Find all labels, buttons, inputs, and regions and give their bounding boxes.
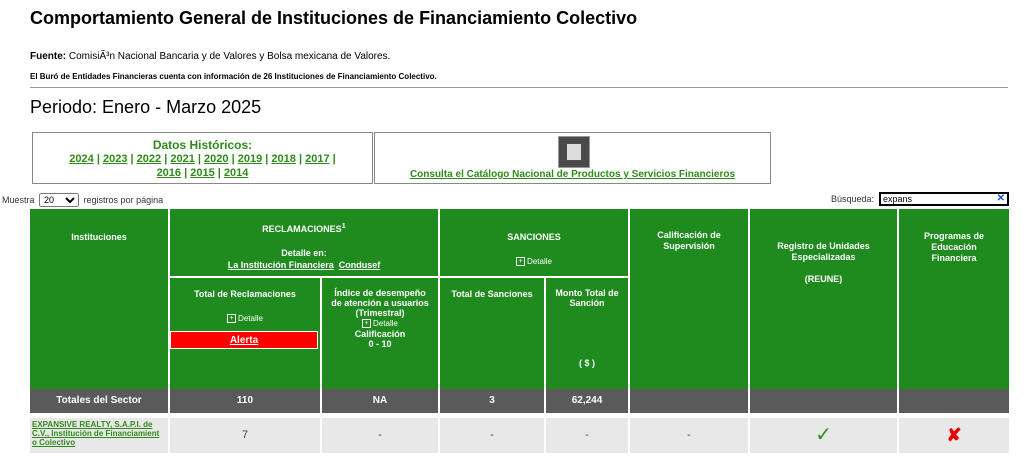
year-separator: | xyxy=(93,153,103,165)
row-programas: ✘ xyxy=(899,418,1009,453)
indice-title[interactable]: Índice de desempeño de atención a usuari… xyxy=(331,288,429,318)
search-value: expans xyxy=(883,194,913,204)
totales-calificacion xyxy=(630,389,748,413)
total-reclamaciones-detalle[interactable]: + Detalle xyxy=(227,314,263,324)
fuente-text: ComisiÃ³n Nacional Bancaria y de Valores… xyxy=(66,51,391,62)
reune-abbr: (REUNE) xyxy=(804,274,843,284)
page-size-select[interactable]: 20 xyxy=(39,193,80,207)
alerta-button[interactable]: Alerta xyxy=(170,331,318,349)
muestra-label: Muestra xyxy=(2,195,35,205)
year-link-2024[interactable]: 2024 xyxy=(69,153,93,165)
year-separator: | xyxy=(228,153,238,165)
header-indice: Índice de desempeño de atención a usuari… xyxy=(322,278,438,389)
year-separator: | xyxy=(127,153,137,165)
reune-title: Registro de Unidades Especializadas xyxy=(777,241,870,262)
catalogo-link[interactable]: Consulta el Catálogo Nacional de Product… xyxy=(375,169,770,180)
totales-reune xyxy=(750,389,897,413)
plus-icon: + xyxy=(516,257,526,267)
institution-link[interactable]: EXPANSIVE REALTY, S.A.P.I. de C.V., Inst… xyxy=(30,418,168,453)
year-link-2017[interactable]: 2017 xyxy=(305,153,329,165)
monto-unit: ( $ ) xyxy=(578,358,595,368)
catalogo-box: Consulta el Catálogo Nacional de Product… xyxy=(374,132,771,184)
divider xyxy=(30,87,1008,88)
header-instituciones[interactable]: Instituciones xyxy=(30,209,168,389)
link-condusef[interactable]: Condusef xyxy=(339,260,381,270)
year-separator: | xyxy=(161,153,171,165)
header-programas[interactable]: Programas de Educación Financiera xyxy=(899,209,1009,389)
header-sanciones: SANCIONES + Detalle xyxy=(440,209,628,276)
cross-icon: ✘ xyxy=(946,425,962,445)
totales-label: Totales del Sector xyxy=(30,389,168,413)
year-link-2020[interactable]: 2020 xyxy=(204,153,228,165)
year-link-2021[interactable]: 2021 xyxy=(170,153,194,165)
indice-range: 0 - 10 xyxy=(368,339,392,349)
book-icon[interactable] xyxy=(558,136,590,168)
search-label: Búsqueda: xyxy=(831,194,875,204)
fuente-label: Fuente: xyxy=(30,51,67,62)
year-separator: | xyxy=(181,167,191,179)
year-separator: | xyxy=(214,167,224,179)
search-input[interactable]: expans ✕ xyxy=(879,192,1009,206)
clear-search-icon[interactable]: ✕ xyxy=(997,194,1005,204)
totales-indice: NA xyxy=(322,389,438,413)
year-separator: | xyxy=(295,153,306,165)
buro-text: El Buró de Entidades Financieras cuenta … xyxy=(30,72,437,81)
row-sanciones: - xyxy=(440,418,544,453)
row-reclamaciones: 7 xyxy=(170,418,320,453)
periodo: Periodo: Enero - Marzo 2025 xyxy=(30,97,262,117)
row-calificacion: - xyxy=(630,418,748,453)
detalle-en-label: Detalle en: xyxy=(281,248,327,258)
datos-historicos-box: Datos Históricos: 2024 | 2023 | 2022 | 2… xyxy=(32,132,373,184)
row-reune: ✓ xyxy=(750,418,897,453)
sanciones-title: SANCIONES xyxy=(507,232,561,242)
header-reclamaciones: RECLAMACIONES1 Detalle en: La Institució… xyxy=(170,209,438,276)
year-link-2015[interactable]: 2015 xyxy=(190,167,214,179)
header-total-sanciones[interactable]: Total de Sanciones xyxy=(440,278,544,389)
indice-detalle[interactable]: + Detalle xyxy=(362,319,398,329)
row-indice: - xyxy=(322,418,438,453)
year-link-2022[interactable]: 2022 xyxy=(137,153,161,165)
totales-monto: 62,244 xyxy=(546,389,628,413)
year-link-2018[interactable]: 2018 xyxy=(271,153,295,165)
reclamaciones-title: RECLAMACIONES xyxy=(262,224,342,234)
page-size-control: Muestra 20 registros por página xyxy=(2,193,163,207)
sanciones-detalle[interactable]: + Detalle xyxy=(516,257,552,267)
header-monto[interactable]: Monto Total de Sanción ( $ ) xyxy=(546,278,628,389)
plus-icon: + xyxy=(362,319,372,329)
year-separator: | xyxy=(329,153,336,165)
check-icon: ✓ xyxy=(815,424,832,446)
page-title: Comportamiento General de Instituciones … xyxy=(30,8,638,28)
monto-title: Monto Total de Sanción xyxy=(555,288,619,308)
year-link-2014[interactable]: 2014 xyxy=(224,167,248,179)
totales-reclamaciones: 110 xyxy=(170,389,320,413)
historicos-years: 2024 | 2023 | 2022 | 2021 | 2020 | 2019 … xyxy=(33,152,372,180)
totales-sanciones: 3 xyxy=(440,389,544,413)
row-monto: - xyxy=(546,418,628,453)
fuente: Fuente: ComisiÃ³n Nacional Bancaria y de… xyxy=(30,51,390,62)
year-link-2019[interactable]: 2019 xyxy=(238,153,262,165)
year-link-2016[interactable]: 2016 xyxy=(157,167,181,179)
year-separator: | xyxy=(194,153,205,165)
totales-programas xyxy=(899,389,1009,413)
year-link-2023[interactable]: 2023 xyxy=(103,153,127,165)
indice-calificacion: Calificación xyxy=(354,329,406,339)
link-institucion-financiera[interactable]: La Institución Financiera xyxy=(228,260,334,270)
header-calificacion[interactable]: Calificación de Supervisión xyxy=(630,209,748,389)
per-page-label: registros por página xyxy=(83,195,164,205)
total-reclamaciones-title[interactable]: Total de Reclamaciones xyxy=(194,289,296,299)
plus-icon: + xyxy=(227,314,237,324)
reclamaciones-footnote: 1 xyxy=(341,221,346,230)
historicos-title: Datos Históricos: xyxy=(152,138,253,152)
header-reune[interactable]: Registro de Unidades Especializadas (REU… xyxy=(750,209,897,389)
